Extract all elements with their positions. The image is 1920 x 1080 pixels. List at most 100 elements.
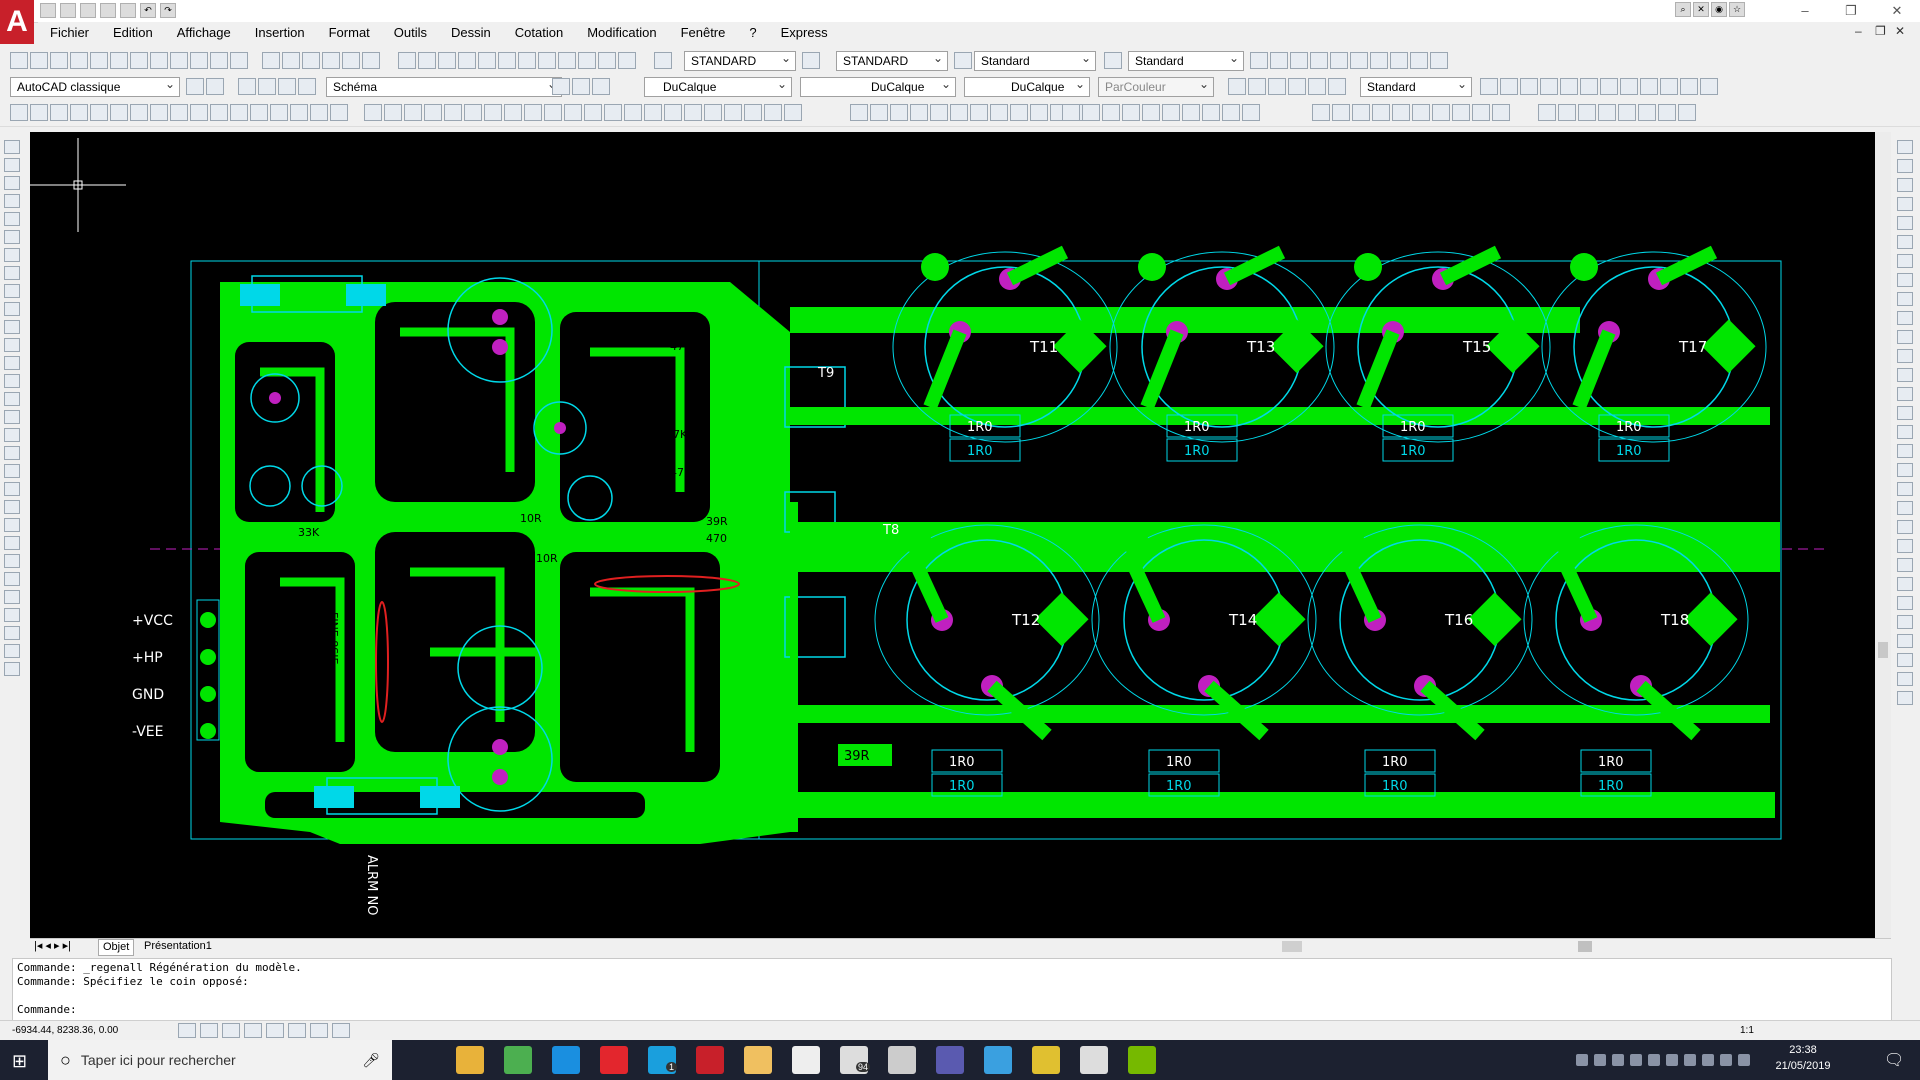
palette-tool-icon[interactable]	[4, 302, 20, 316]
palette-tool-icon[interactable]	[4, 626, 20, 640]
palette-tool-icon[interactable]	[1897, 235, 1913, 249]
tray-icon[interactable]	[1666, 1054, 1678, 1066]
palette-tool-icon[interactable]	[1897, 501, 1913, 515]
palette-tool-icon[interactable]	[4, 140, 20, 154]
toolbar-button-icon[interactable]	[464, 104, 482, 121]
palette-tool-icon[interactable]	[1897, 425, 1913, 439]
toolbar-button-icon[interactable]	[302, 52, 320, 69]
palette-tool-icon[interactable]	[4, 212, 20, 226]
plotstyle-select[interactable]: ParCouleur	[1098, 77, 1214, 97]
palette-tool-icon[interactable]	[4, 194, 20, 208]
menu-item-2[interactable]: Affichage	[165, 22, 243, 44]
toolbar-button-icon[interactable]	[1620, 78, 1638, 95]
toolbar-button-icon[interactable]	[1700, 78, 1718, 95]
tray-icon[interactable]	[1684, 1054, 1696, 1066]
toolbar-button-icon[interactable]	[1578, 104, 1596, 121]
toolbar-button-icon[interactable]	[1480, 78, 1498, 95]
toolbar-button-icon[interactable]	[330, 104, 348, 121]
toolbar-button-icon[interactable]	[584, 104, 602, 121]
toolbar-button-icon[interactable]	[1162, 104, 1180, 121]
tab-model[interactable]: Objet	[98, 939, 135, 956]
toolbar-button-icon[interactable]	[262, 52, 280, 69]
palette-tool-icon[interactable]	[4, 176, 20, 190]
redo-icon[interactable]: ↷	[160, 3, 176, 18]
toolbar-button-icon[interactable]	[572, 78, 590, 95]
toolbar-button-icon[interactable]	[1222, 104, 1240, 121]
toolbar-button-icon[interactable]	[544, 104, 562, 121]
visual-style-select[interactable]: Standard	[1360, 77, 1472, 97]
toolbar-button-icon[interactable]	[1392, 104, 1410, 121]
toolbar-button-icon[interactable]	[1010, 104, 1028, 121]
toolbar-button-icon[interactable]	[1492, 104, 1510, 121]
toolbar-button-icon[interactable]	[210, 104, 228, 121]
toolbar-button-icon[interactable]	[206, 78, 224, 95]
undo-icon[interactable]: ↶	[140, 3, 156, 18]
palette-tool-icon[interactable]	[4, 266, 20, 280]
palette-tool-icon[interactable]	[1897, 577, 1913, 591]
toolbar-button-icon[interactable]	[1330, 52, 1348, 69]
toolbar-button-icon[interactable]	[564, 104, 582, 121]
toolbar-button-icon[interactable]	[1268, 78, 1286, 95]
toolbar-button-icon[interactable]	[190, 104, 208, 121]
toolbar-button-icon[interactable]	[1640, 78, 1658, 95]
palette-tool-icon[interactable]	[1897, 349, 1913, 363]
palette-tool-icon[interactable]	[4, 284, 20, 298]
palette-tool-icon[interactable]	[4, 590, 20, 604]
palette-tool-icon[interactable]	[1897, 691, 1913, 705]
palette-tool-icon[interactable]	[1897, 273, 1913, 287]
toolbar-button-icon[interactable]	[424, 104, 442, 121]
toolbar-button-icon[interactable]	[458, 52, 476, 69]
workspace-select[interactable]: AutoCAD classique	[10, 77, 180, 97]
linetype-select[interactable]: DuCalque	[800, 77, 956, 97]
toolbar-button-icon[interactable]	[404, 104, 422, 121]
status-toggle-icon[interactable]	[222, 1023, 240, 1038]
toolbar-button-icon[interactable]	[310, 104, 328, 121]
h-scroll-thumb[interactable]	[1578, 941, 1592, 952]
toolbar-button-icon[interactable]	[784, 104, 802, 121]
palette-tool-icon[interactable]	[4, 608, 20, 622]
palette-tool-icon[interactable]	[1897, 634, 1913, 648]
toolbar-button-icon[interactable]	[1102, 104, 1120, 121]
saveas-icon[interactable]	[100, 3, 116, 18]
toolbar-button-icon[interactable]	[1598, 104, 1616, 121]
taskbar-search[interactable]: ○ Taper ici pour rechercher 🎤︎	[48, 1040, 392, 1080]
toolbar-button-icon[interactable]	[1270, 52, 1288, 69]
toolbar-button-icon[interactable]	[1580, 78, 1598, 95]
toolbar-button-icon[interactable]	[210, 52, 228, 69]
minimize-button[interactable]: –	[1782, 0, 1828, 22]
palette-tool-icon[interactable]	[4, 554, 20, 568]
tray-icon[interactable]	[1594, 1054, 1606, 1066]
palette-tool-icon[interactable]	[1897, 311, 1913, 325]
tab-layout1[interactable]: Présentation1	[140, 939, 216, 954]
doc-restore-icon[interactable]: ❐	[1875, 24, 1886, 38]
toolbar-button-icon[interactable]	[70, 52, 88, 69]
menu-item-11[interactable]: Express	[769, 22, 840, 44]
vmware-icon[interactable]	[888, 1046, 916, 1074]
tab-nav-arrows[interactable]: |◂ ◂ ▸ ▸|	[30, 939, 75, 954]
toolbar-button-icon[interactable]	[444, 104, 462, 121]
autocad-logo[interactable]: A	[0, 0, 34, 44]
action-center-icon[interactable]: 🗨︎	[1884, 1050, 1904, 1070]
toolbar-button-icon[interactable]	[342, 52, 360, 69]
toolbar-button-icon[interactable]	[552, 78, 570, 95]
toolbar-button-icon[interactable]	[170, 52, 188, 69]
microphone-icon[interactable]: 🎤︎	[362, 1052, 380, 1069]
toolbar-button-icon[interactable]	[270, 104, 288, 121]
status-toggle-icon[interactable]	[266, 1023, 284, 1038]
layer-select[interactable]: Schéma	[326, 77, 562, 97]
toolbar-button-icon[interactable]	[290, 104, 308, 121]
palette-tool-icon[interactable]	[1897, 653, 1913, 667]
toolbar-button-icon[interactable]	[592, 78, 610, 95]
command-window[interactable]: Commande: _regenall Régénération du modè…	[12, 958, 1892, 1022]
palette-tool-icon[interactable]	[4, 482, 20, 496]
toolbar-button-icon[interactable]	[1352, 104, 1370, 121]
toolbar-button-icon[interactable]	[764, 104, 782, 121]
table-style-select[interactable]: Standard	[974, 51, 1096, 71]
menu-item-3[interactable]: Insertion	[243, 22, 317, 44]
palette-tool-icon[interactable]	[1897, 520, 1913, 534]
clock-time[interactable]: 23:38	[1768, 1044, 1838, 1056]
toolbar-button-icon[interactable]	[484, 104, 502, 121]
toolbar-button-icon[interactable]	[1082, 104, 1100, 121]
status-toggle-icon[interactable]	[310, 1023, 328, 1038]
tray-icon[interactable]	[1720, 1054, 1732, 1066]
